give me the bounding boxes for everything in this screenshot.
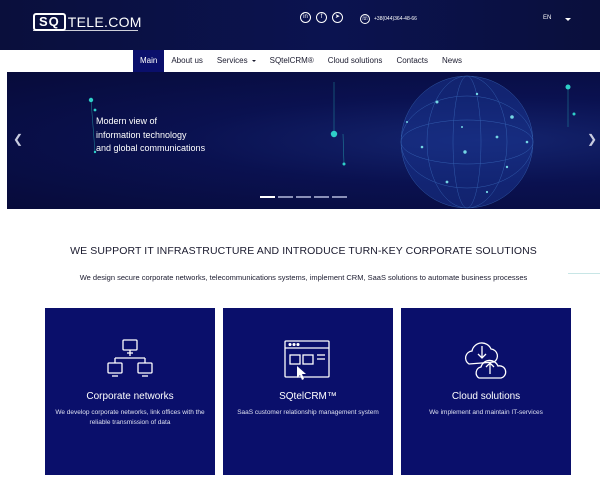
hero-line: and global communications bbox=[96, 143, 206, 153]
crm-window-icon bbox=[284, 340, 330, 380]
hero-slider: Modern view of information technology an… bbox=[7, 72, 600, 209]
hero-line: Modern view of bbox=[96, 116, 158, 126]
phone-icon: ☏ bbox=[360, 14, 370, 24]
language-selector[interactable]: EN bbox=[543, 15, 551, 21]
nav-item-news[interactable]: News bbox=[435, 50, 469, 72]
slider-pagination bbox=[260, 196, 347, 198]
card-title: Corporate networks bbox=[86, 391, 174, 402]
slider-dot[interactable] bbox=[296, 196, 311, 198]
section-title: WE SUPPORT IT INFRASTRUCTURE AND INTRODU… bbox=[70, 245, 537, 257]
logo-underline bbox=[33, 30, 138, 31]
section-subtitle: We design secure corporate networks, tel… bbox=[79, 273, 528, 282]
hero-line: information technology bbox=[96, 129, 187, 140]
nav-item-crm[interactable]: SQtelCRM® bbox=[263, 50, 321, 72]
decorative-line bbox=[568, 273, 600, 274]
card-description: SaaS customer relationship management sy… bbox=[237, 409, 379, 416]
slider-dot[interactable] bbox=[260, 196, 275, 198]
card-corporate-networks[interactable]: Corporate networks We develop corporate … bbox=[45, 308, 215, 475]
card-description: We implement and maintain IT-services bbox=[429, 409, 543, 416]
linkedin-icon[interactable]: in bbox=[300, 12, 311, 23]
card-title: Cloud solutions bbox=[451, 391, 521, 402]
logo-mark: SQ bbox=[33, 13, 66, 31]
phone-number: +38(044)364-48-66 bbox=[374, 16, 417, 22]
nav-item-main[interactable]: Main bbox=[133, 50, 165, 72]
site-header: SQ TELE.COM in f ➤ ☏ +38(044)364-48-66 E… bbox=[0, 0, 600, 50]
slider-dot[interactable] bbox=[278, 196, 293, 198]
cloud-icon bbox=[464, 342, 507, 379]
slider-dot[interactable] bbox=[314, 196, 329, 198]
card-cloud-solutions[interactable]: Cloud solutions We implement and maintai… bbox=[401, 308, 571, 475]
slider-prev-icon[interactable]: ❮ bbox=[13, 133, 23, 145]
hero-headline: Modern view of information technology an… bbox=[96, 115, 205, 156]
facebook-icon[interactable]: f bbox=[316, 12, 327, 23]
nav-item-about[interactable]: About us bbox=[164, 50, 210, 72]
social-links: in f ➤ bbox=[300, 12, 343, 23]
logo[interactable]: SQ TELE.COM bbox=[33, 13, 142, 31]
chevron-down-icon[interactable] bbox=[565, 18, 571, 21]
nav-item-services[interactable]: Services bbox=[210, 50, 263, 72]
card-sqtelcrm[interactable]: SQtelCRM™ SaaS customer relationship man… bbox=[223, 308, 393, 475]
nav-items: Main About us Services SQtelCRM® Cloud s… bbox=[133, 50, 469, 72]
nav-item-services-label: Services bbox=[216, 56, 248, 65]
nav-item-contacts[interactable]: Contacts bbox=[389, 50, 435, 72]
card-description: We develop corporate networks, link offi… bbox=[55, 409, 205, 426]
nav-item-cloud[interactable]: Cloud solutions bbox=[321, 50, 390, 72]
main-nav: Main About us Services SQtelCRM® Cloud s… bbox=[0, 50, 600, 72]
slider-next-icon[interactable]: ❯ bbox=[587, 133, 597, 145]
network-icon bbox=[107, 339, 153, 377]
telegram-icon[interactable]: ➤ bbox=[332, 12, 343, 23]
card-title: SQtelCRM™ bbox=[279, 391, 337, 402]
phone-link[interactable]: ☏ +38(044)364-48-66 bbox=[360, 14, 417, 24]
chevron-down-icon bbox=[251, 59, 256, 62]
slider-dot[interactable] bbox=[332, 196, 347, 198]
logo-text: TELE.COM bbox=[67, 14, 142, 30]
